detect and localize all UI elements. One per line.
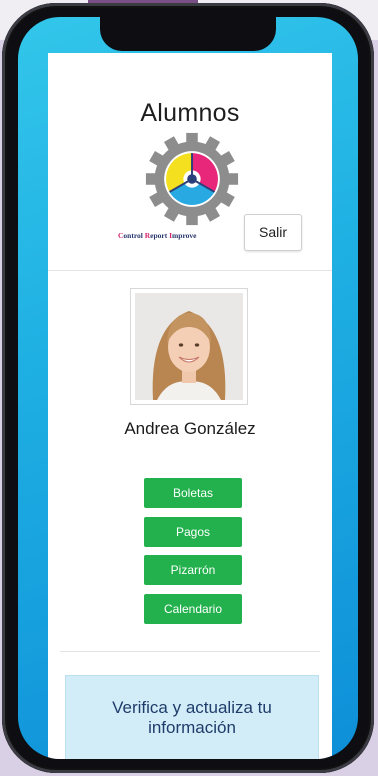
boletas-button[interactable]: Boletas <box>144 478 242 508</box>
phone-frame: Alumnos Control Report Improve Salir And… <box>2 3 374 773</box>
calendario-button[interactable]: Calendario <box>144 594 242 624</box>
pagos-button[interactable]: Pagos <box>144 517 242 547</box>
phone-screen: Alumnos Control Report Improve Salir And… <box>18 17 358 759</box>
gear-logo-icon <box>145 132 239 226</box>
student-name: Andrea González <box>124 419 256 438</box>
header-divider <box>48 270 332 271</box>
phone-notch <box>100 17 276 51</box>
verify-info-banner[interactable]: Verifica y actualiza tu información <box>65 675 319 759</box>
page-title: Alumnos <box>140 99 240 127</box>
student-photo <box>130 288 248 405</box>
app-card: Alumnos Control Report Improve Salir And… <box>48 53 332 759</box>
logout-button[interactable]: Salir <box>244 214 302 251</box>
student-photo-image <box>135 293 243 400</box>
menu-divider <box>60 651 320 652</box>
brand-tagline: Control Report Improve <box>118 231 197 240</box>
pizarron-button[interactable]: Pizarrón <box>144 555 242 585</box>
